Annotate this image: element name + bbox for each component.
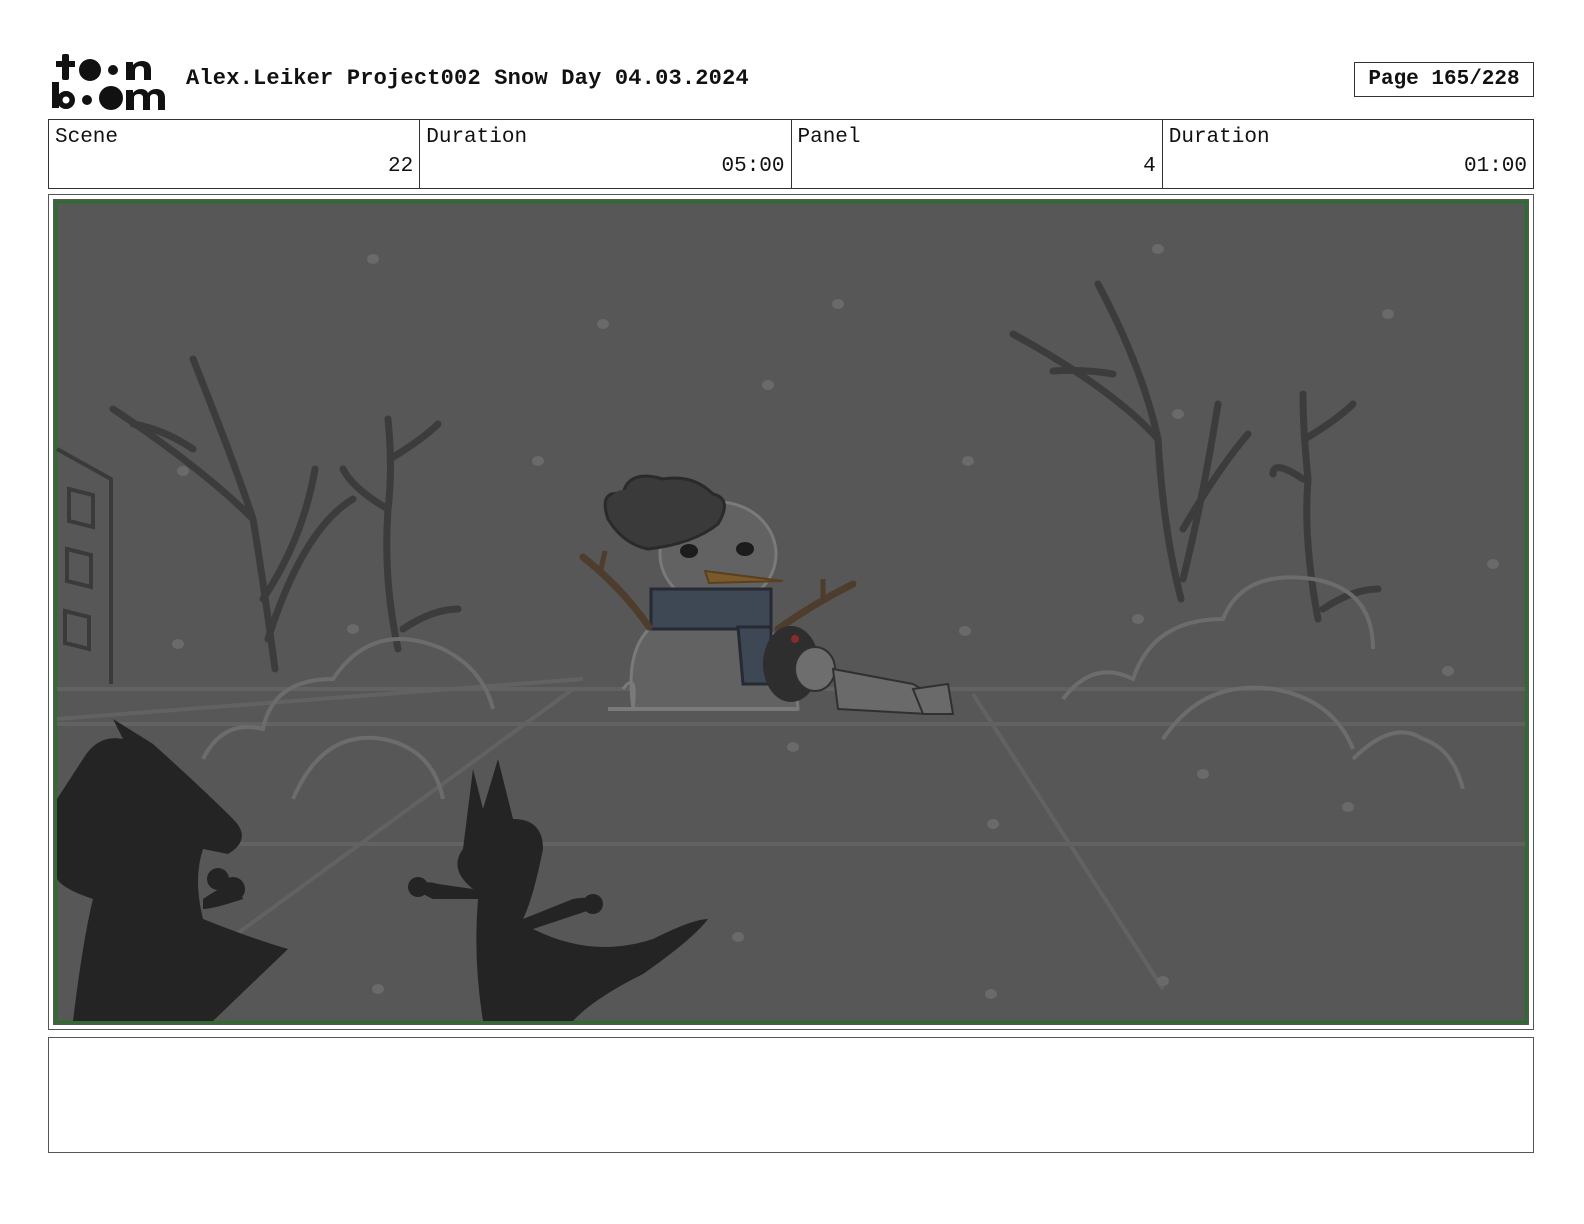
- scene-value: 22: [388, 155, 414, 178]
- scene-duration-label: Duration: [426, 126, 528, 149]
- panel-notes-box: [48, 1037, 1534, 1153]
- page-indicator: Page 165/228: [1354, 62, 1534, 97]
- storyboard-panel-image: [53, 199, 1529, 1025]
- scene-duration-cell: Duration 05:00: [420, 120, 792, 188]
- scene-label: Scene: [55, 126, 119, 149]
- panel-cell: Panel 4: [792, 120, 1163, 188]
- panel-duration-label: Duration: [1168, 126, 1270, 149]
- panel-info-table: Scene 22 Duration 05:00 Panel 4 Duration…: [48, 119, 1534, 189]
- project-title: Alex.Leiker Project002 Snow Day 04.03.20…: [186, 66, 749, 91]
- scene-cell: Scene 22: [49, 120, 421, 188]
- toon-boom-logo: [50, 50, 165, 112]
- panel-label: Panel: [797, 126, 861, 149]
- panel-duration-value: 01:00: [1463, 155, 1527, 178]
- storyboard-panel-frame: [48, 194, 1534, 1030]
- panel-value: 4: [1143, 155, 1156, 178]
- panel-duration-cell: Duration 01:00: [1163, 120, 1533, 188]
- scene-duration-value: 05:00: [721, 155, 785, 178]
